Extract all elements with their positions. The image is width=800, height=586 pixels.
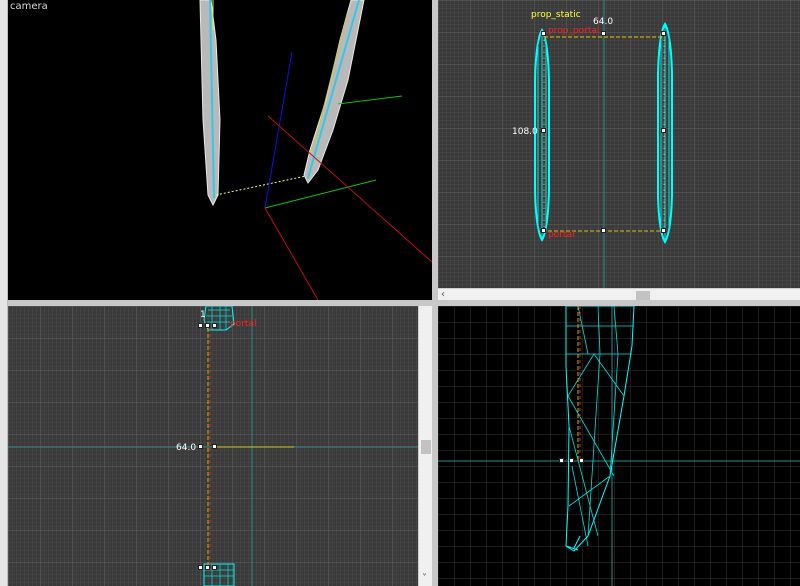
top-view-grid [438, 0, 800, 288]
front-view-grid [438, 306, 800, 586]
side-handle-mid-1[interactable] [198, 444, 203, 449]
side-top-label: 1 [200, 310, 226, 320]
side-top-entity-label: portal [230, 319, 257, 329]
handle-mid-right[interactable] [661, 128, 666, 133]
front-handle-3[interactable] [579, 458, 584, 463]
side-handle-bottom-3[interactable] [212, 565, 217, 570]
side-handle-mid-2[interactable] [212, 444, 217, 449]
width-dimension-label: 64.0 [593, 17, 614, 27]
left-edge-strip [0, 0, 8, 586]
handle-top-right[interactable] [661, 31, 666, 36]
side-size-label: 64.0 [176, 443, 197, 453]
scroll-left-arrow-icon[interactable]: ‹ [441, 290, 445, 300]
horizontal-splitter[interactable] [8, 300, 800, 306]
side-view-vertical-scrollbar[interactable]: ˅ [418, 306, 432, 586]
camera-scene [199, 0, 432, 300]
side-view-viewport[interactable]: 1 portal 64.0 [8, 306, 418, 586]
side-handle-top-3[interactable] [212, 323, 217, 328]
vertical-splitter[interactable] [432, 0, 438, 586]
editor-window: camera prop_static prop_portal 64.0 108.… [0, 0, 800, 586]
side-view-scroll-thumb[interactable] [421, 440, 431, 454]
handle-top-left[interactable] [541, 31, 546, 36]
front-view-viewport[interactable] [438, 306, 800, 586]
handle-mid-left[interactable] [541, 128, 546, 133]
entity-name-label: prop_portal [548, 26, 600, 36]
side-handle-bottom-2[interactable] [205, 565, 210, 570]
handle-top-mid[interactable] [601, 31, 606, 36]
top-view-viewport[interactable]: prop_static prop_portal 64.0 108.0 porta… [438, 0, 800, 288]
handle-bottom-mid[interactable] [601, 228, 606, 233]
corner-entity-label: portal [548, 230, 575, 240]
side-handle-bottom-1[interactable] [198, 565, 203, 570]
side-handle-top-2[interactable] [205, 323, 210, 328]
front-handle-2[interactable] [569, 458, 574, 463]
camera-viewport[interactable]: camera [8, 0, 432, 300]
entity-class-label: prop_static [531, 10, 581, 20]
front-handle-1[interactable] [559, 458, 564, 463]
scroll-down-arrow-icon[interactable]: ˅ [422, 574, 427, 584]
side-handle-top-1[interactable] [198, 323, 203, 328]
handle-bottom-left[interactable] [541, 228, 546, 233]
handle-bottom-right[interactable] [661, 228, 666, 233]
height-dimension-label: 108.0 [512, 127, 538, 137]
